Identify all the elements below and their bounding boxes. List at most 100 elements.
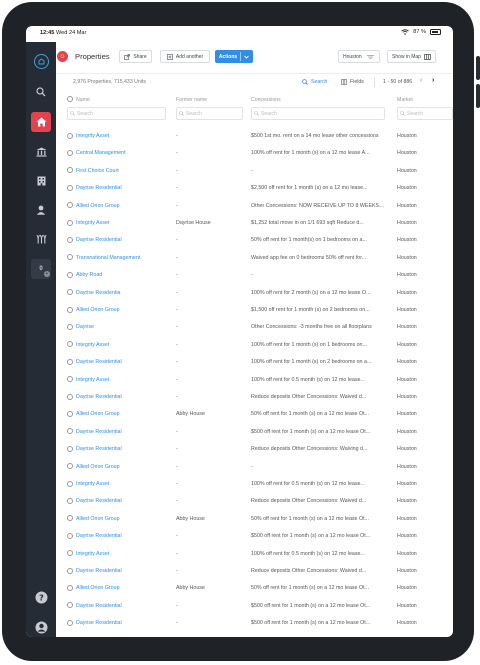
sidebar-item-help[interactable]: ? — [31, 587, 51, 607]
property-name-link[interactable]: Integrity Asset — [76, 481, 109, 487]
table-row[interactable]: Integrity Asset - 100% off rent for 0.5 mo… — [56, 475, 453, 492]
column-header-market[interactable]: Market — [397, 97, 413, 103]
sidebar-item-users[interactable] — [31, 200, 51, 220]
table-row[interactable]: Dayrise Residential - Reduce deposits Othe… — [56, 388, 453, 405]
table-row[interactable]: Allied Orion Group Abby House 50% off rent… — [56, 510, 453, 527]
table-row[interactable]: Central Management - 100% off rent for 1 m… — [56, 144, 453, 161]
table-row[interactable]: Dayrise Residentia - 100% off rent for 2 m… — [56, 284, 453, 301]
row-checkbox[interactable] — [67, 306, 73, 313]
column-header-concessions[interactable]: Concessions — [251, 97, 281, 103]
property-name-link[interactable]: Dayrise — [76, 324, 94, 330]
row-checkbox[interactable] — [67, 497, 73, 504]
property-name-link[interactable]: Allied Orion Group — [76, 411, 120, 417]
row-checkbox[interactable] — [67, 167, 73, 174]
property-name-link[interactable]: Dayrise Residential — [76, 498, 122, 504]
table-row[interactable]: Integrity Asset - 100% off rent for 1 mont… — [56, 336, 453, 353]
row-checkbox[interactable] — [67, 480, 73, 487]
row-checkbox[interactable] — [67, 184, 73, 191]
sidebar-item-analytics[interactable] — [31, 229, 51, 249]
property-name-link[interactable]: Dayrise Residential — [76, 603, 122, 609]
property-name-link[interactable]: Integrity Asset — [76, 551, 109, 557]
property-name-link[interactable]: Transnational Management — [76, 255, 140, 261]
row-checkbox[interactable] — [67, 254, 73, 261]
property-name-link[interactable]: Integrity Asset — [76, 220, 109, 226]
filter-input-market[interactable]: Search — [397, 107, 453, 120]
property-name-link[interactable]: Central Management — [76, 150, 125, 156]
property-name-link[interactable]: Dayrise Residentia — [76, 290, 120, 296]
row-checkbox[interactable] — [67, 532, 73, 539]
property-name-link[interactable]: Dayrise Residential — [76, 237, 122, 243]
row-checkbox[interactable] — [67, 393, 73, 400]
table-row[interactable]: Dayrise Residential - Reduce deposits Othe… — [56, 492, 453, 509]
row-checkbox[interactable] — [67, 323, 73, 330]
table-row[interactable]: Dayrise Residential - $500 off rent for 1 … — [56, 597, 453, 614]
property-name-link[interactable]: Allied Orion Group — [76, 585, 120, 591]
table-row[interactable]: Dayrise Residential - $2,500 off rent for … — [56, 179, 453, 196]
table-row[interactable]: Allied Orion Group - - Houston — [56, 458, 453, 475]
table-row[interactable]: Dayrise Residential - Reduce deposits Othe… — [56, 562, 453, 579]
prev-page-icon[interactable]: ‹ — [420, 77, 422, 84]
property-name-link[interactable]: Dayrise Residential — [76, 620, 122, 626]
row-checkbox[interactable] — [67, 428, 73, 435]
sidebar-item-account[interactable] — [31, 617, 51, 637]
column-header-former-name[interactable]: Former name — [176, 97, 207, 103]
sidebar-item-bank[interactable] — [31, 142, 51, 162]
next-page-icon[interactable]: › — [432, 77, 434, 84]
property-name-link[interactable]: Allied Orion Group — [76, 307, 120, 313]
app-logo[interactable] — [31, 51, 51, 71]
table-row[interactable]: Abby Road - - Houston — [56, 266, 453, 283]
row-checkbox[interactable] — [67, 341, 73, 348]
sidebar-item-buildings[interactable] — [31, 171, 51, 191]
table-row[interactable]: Dayrise Residential - $500 off rent for 1 … — [56, 614, 453, 631]
select-all-checkbox[interactable] — [67, 96, 73, 102]
property-name-link[interactable]: Integrity Asset — [76, 133, 109, 139]
property-name-link[interactable]: Dayrise Residential — [76, 394, 122, 400]
property-name-link[interactable]: Allied Orion Group — [76, 203, 120, 209]
property-name-link[interactable]: Dayrise Residential — [76, 446, 122, 452]
row-checkbox[interactable] — [67, 445, 73, 452]
property-name-link[interactable]: Dayrise Residential — [76, 429, 122, 435]
row-checkbox[interactable] — [67, 463, 73, 470]
table-row[interactable]: Allied Orion Group - $1,500 off rent for 1… — [56, 301, 453, 318]
share-button[interactable]: Share — [119, 50, 152, 63]
table-row[interactable]: Dayrise - Other Concessions: -3 months fre… — [56, 318, 453, 335]
sidebar-item-home[interactable] — [31, 112, 51, 132]
row-checkbox[interactable] — [67, 132, 73, 139]
table-row[interactable]: Dayrise Residential - $500 off rent for 1 … — [56, 527, 453, 544]
add-another-button[interactable]: Add another — [160, 50, 210, 63]
table-row[interactable]: Transnational Management - Waived app fee … — [56, 249, 453, 266]
row-checkbox[interactable] — [67, 219, 73, 226]
filter-input-name[interactable]: Search — [67, 107, 166, 120]
table-row[interactable]: Integrity Asset - $500 1st mo. rent on a 1… — [56, 127, 453, 144]
row-checkbox[interactable] — [67, 515, 73, 522]
row-checkbox[interactable] — [67, 202, 73, 209]
row-checkbox[interactable] — [67, 602, 73, 609]
sidebar-item-notifications[interactable]: 0 + — [31, 259, 51, 279]
show-in-map-button[interactable]: Show in Map — [387, 50, 436, 63]
row-checkbox[interactable] — [67, 584, 73, 591]
property-name-link[interactable]: Dayrise Residential — [76, 568, 122, 574]
fields-button[interactable]: Fields — [341, 79, 364, 85]
property-name-link[interactable]: Integrity Asset — [76, 377, 109, 383]
table-row[interactable]: Integrity Asset - 100% off rent for 0.5 mo… — [56, 371, 453, 388]
table-row[interactable]: Dayrise Residential - $500 off rent for 1 … — [56, 423, 453, 440]
table-row[interactable]: Allied Orion Group Abby House 50% off rent… — [56, 405, 453, 422]
table-row[interactable]: Allied Orion Group - Other Concessions: NO… — [56, 197, 453, 214]
row-checkbox[interactable] — [67, 271, 73, 278]
table-row[interactable]: Dayrise Residential - 50% off rent for 1 m… — [56, 231, 453, 248]
table-row[interactable]: Dayrise Residential - Reduce deposits Othe… — [56, 440, 453, 457]
table-row[interactable]: Allied Orion Group Abby House 50% off rent… — [56, 579, 453, 596]
search-button[interactable]: Search — [302, 79, 327, 85]
row-checkbox[interactable] — [67, 358, 73, 365]
actions-button[interactable]: Actions — [215, 50, 253, 63]
column-header-name[interactable]: Name — [76, 97, 90, 103]
property-name-link[interactable]: Allied Orion Group — [76, 464, 120, 470]
table-row[interactable]: Integrity Asset Dayrise House $1,252 total… — [56, 214, 453, 231]
row-checkbox[interactable] — [67, 619, 73, 626]
row-checkbox[interactable] — [67, 410, 73, 417]
row-checkbox[interactable] — [67, 149, 73, 156]
table-row[interactable]: First Choice Court - - Houston — [56, 162, 453, 179]
row-checkbox[interactable] — [67, 567, 73, 574]
property-name-link[interactable]: Dayrise Residential — [76, 185, 122, 191]
property-name-link[interactable]: Dayrise Residential — [76, 359, 122, 365]
